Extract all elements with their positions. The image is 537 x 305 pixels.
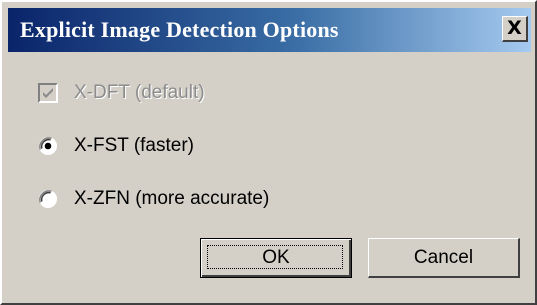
cancel-button-label: Cancel (413, 246, 474, 268)
cancel-button[interactable]: Cancel (368, 238, 520, 278)
x-dft-checkbox (38, 83, 58, 103)
focus-rectangle (207, 245, 343, 269)
option-x-dft: X-DFT (default) (38, 82, 205, 104)
radio-selected-icon (39, 137, 57, 155)
x-zfn-label: X-ZFN (more accurate) (74, 188, 270, 209)
option-x-zfn[interactable]: X-ZFN (more accurate) (38, 188, 269, 210)
radio-unselected-icon (39, 190, 57, 208)
close-button[interactable]: X (502, 16, 528, 42)
title-bar[interactable]: Explicit Image Detection Options X (8, 8, 531, 52)
x-fst-radio[interactable] (38, 136, 58, 156)
x-zfn-radio[interactable] (38, 189, 58, 209)
ok-button[interactable]: OK (200, 238, 352, 278)
checkmark-icon (43, 88, 53, 98)
close-icon: X (507, 17, 522, 39)
dialog-title: Explicit Image Detection Options (20, 17, 339, 42)
dialog-window: Explicit Image Detection Options X X-DFT… (0, 0, 537, 305)
x-fst-label: X-FST (faster) (74, 135, 194, 156)
x-dft-label: X-DFT (default) (74, 82, 205, 103)
option-x-fst[interactable]: X-FST (faster) (38, 135, 194, 157)
